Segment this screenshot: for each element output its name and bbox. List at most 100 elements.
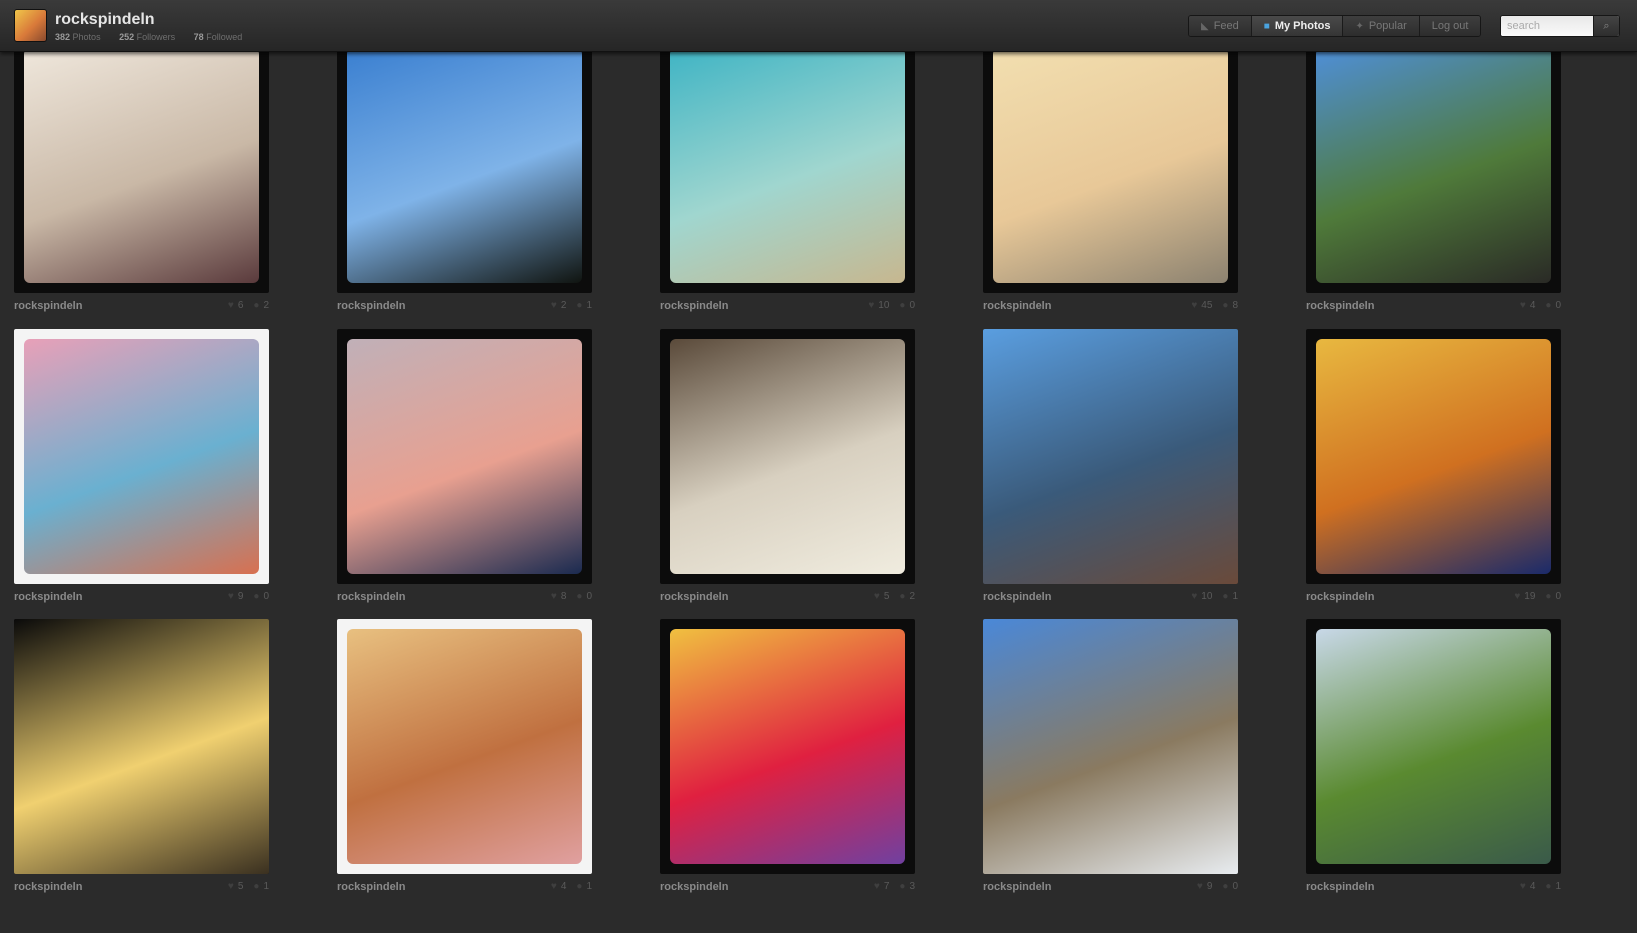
- photo-owner-link[interactable]: rockspindeln: [1306, 300, 1374, 312]
- photo-thumbnail[interactable]: [660, 52, 915, 293]
- like-count: 10: [1201, 591, 1213, 602]
- nav-my-photos-button[interactable]: ■ My Photos: [1251, 16, 1344, 36]
- photo-thumbnail[interactable]: [660, 619, 915, 874]
- comment-count: 1: [586, 881, 592, 892]
- photo-counts: ♥ 7 ● 3: [874, 881, 915, 892]
- photo-thumbnail[interactable]: [337, 619, 592, 874]
- stat-followed[interactable]: 78 Followed: [194, 32, 251, 42]
- comment-icon: ●: [1545, 591, 1552, 602]
- comment-icon: ●: [1222, 881, 1229, 892]
- photo-thumbnail[interactable]: [660, 329, 915, 584]
- photo-thumbnail[interactable]: [14, 619, 269, 874]
- photo-image: [1316, 629, 1551, 864]
- photo-owner-link[interactable]: rockspindeln: [14, 881, 82, 893]
- comment-icon: ●: [899, 591, 906, 602]
- stat-photos: 382 Photos: [55, 32, 101, 42]
- nav-feed-button[interactable]: ◣ Feed: [1189, 16, 1252, 36]
- photo-meta: rockspindeln ♥ 9 ● 0: [14, 591, 269, 607]
- photo-owner-link[interactable]: rockspindeln: [337, 591, 405, 603]
- photo-counts: ♥ 5 ● 2: [874, 591, 915, 602]
- photo-counts: ♥ 2 ● 1: [551, 300, 592, 311]
- top-bar: rockspindeln 382 Photos 252 Followers 78…: [0, 0, 1637, 52]
- photo-thumbnail[interactable]: [1306, 329, 1561, 584]
- photo-owner-link[interactable]: rockspindeln: [660, 591, 728, 603]
- photo-image: [670, 629, 905, 864]
- comment-count: 8: [1232, 300, 1238, 311]
- photo-meta: rockspindeln ♥ 8 ● 0: [337, 591, 592, 607]
- photo-image: [670, 52, 905, 283]
- stat-followers[interactable]: 252 Followers: [119, 32, 183, 42]
- comment-count: 0: [909, 300, 915, 311]
- photo-thumbnail[interactable]: [1306, 52, 1561, 293]
- comment-icon: ●: [253, 591, 260, 602]
- like-count: 6: [237, 300, 244, 311]
- heart-icon: ♥: [868, 300, 875, 311]
- search-input[interactable]: [1501, 16, 1593, 36]
- photo-meta: rockspindeln ♥ 9 ● 0: [983, 881, 1238, 897]
- heart-icon: ♥: [227, 591, 234, 602]
- photo-owner-link[interactable]: rockspindeln: [660, 300, 728, 312]
- heart-icon: ♥: [1514, 591, 1521, 602]
- photo-counts: ♥ 6 ● 2: [228, 300, 269, 311]
- magnifier-icon: ⌕: [1603, 19, 1610, 32]
- comment-count: 0: [1555, 591, 1561, 602]
- photo-owner-link[interactable]: rockspindeln: [1306, 591, 1374, 603]
- photo-counts: ♥ 4 ● 1: [551, 881, 592, 892]
- like-count: 19: [1524, 591, 1536, 602]
- photo-thumbnail[interactable]: [14, 329, 269, 584]
- photo-counts: ♥ 4 ● 0: [1520, 300, 1561, 311]
- heart-icon: ♥: [550, 591, 557, 602]
- photo-thumbnail[interactable]: [983, 329, 1238, 584]
- comment-icon: ●: [1545, 300, 1552, 311]
- comment-count: 3: [909, 881, 915, 892]
- photo-counts: ♥ 10 ● 1: [1191, 591, 1238, 602]
- comment-count: 1: [586, 300, 592, 311]
- photo-owner-link[interactable]: rockspindeln: [660, 881, 728, 893]
- comment-count: 2: [263, 300, 269, 311]
- photo-counts: ♥ 9 ● 0: [228, 591, 269, 602]
- photo-owner-link[interactable]: rockspindeln: [14, 591, 82, 603]
- photo-image: [24, 339, 259, 574]
- comment-count: 2: [909, 591, 915, 602]
- photo-thumbnail[interactable]: [983, 52, 1238, 293]
- photo-thumbnail[interactable]: [1306, 619, 1561, 874]
- comment-count: 1: [1555, 881, 1561, 892]
- nav-popular-button[interactable]: ✦ Popular: [1343, 16, 1420, 36]
- photo-meta: rockspindeln ♥ 6 ● 2: [14, 300, 269, 316]
- profile-username[interactable]: rockspindeln: [55, 11, 155, 29]
- photo-thumbnail[interactable]: [983, 619, 1238, 874]
- like-count: 9: [237, 591, 244, 602]
- photo-thumbnail[interactable]: [337, 329, 592, 584]
- photo-owner-link[interactable]: rockspindeln: [983, 300, 1051, 312]
- photo-meta: rockspindeln ♥ 2 ● 1: [337, 300, 592, 316]
- photo-thumbnail[interactable]: [14, 52, 269, 293]
- search-box: ⌕: [1500, 15, 1620, 37]
- avatar[interactable]: [14, 9, 47, 42]
- photo-grid: rockspindeln ♥ 6 ● 2 rockspindeln ♥ 2 ● 1 rockspin…: [14, 52, 1624, 933]
- star-icon: ✦: [1355, 20, 1364, 32]
- photo-owner-link[interactable]: rockspindeln: [337, 300, 405, 312]
- comment-icon: ●: [899, 300, 906, 311]
- like-count: 45: [1201, 300, 1213, 311]
- photo-owner-link[interactable]: rockspindeln: [1306, 881, 1374, 893]
- comment-count: 1: [263, 881, 269, 892]
- like-count: 8: [560, 591, 567, 602]
- photo-owner-link[interactable]: rockspindeln: [983, 591, 1051, 603]
- photo-thumbnail[interactable]: [337, 52, 592, 293]
- like-count: 5: [883, 591, 890, 602]
- search-button[interactable]: ⌕: [1593, 16, 1619, 36]
- photo-meta: rockspindeln ♥ 10 ● 0: [660, 300, 915, 316]
- comment-icon: ●: [253, 300, 260, 311]
- comment-icon: ●: [576, 881, 583, 892]
- rss-icon: ◣: [1201, 20, 1209, 32]
- photo-counts: ♥ 45 ● 8: [1191, 300, 1238, 311]
- heart-icon: ♥: [1191, 591, 1198, 602]
- comment-count: 0: [586, 591, 592, 602]
- heart-icon: ♥: [873, 591, 880, 602]
- photo-owner-link[interactable]: rockspindeln: [983, 881, 1051, 893]
- photo-owner-link[interactable]: rockspindeln: [337, 881, 405, 893]
- photo-image: [1316, 52, 1551, 283]
- nav-logout-button[interactable]: Log out: [1419, 16, 1481, 36]
- photo-owner-link[interactable]: rockspindeln: [14, 300, 82, 312]
- comment-icon: ●: [1222, 591, 1229, 602]
